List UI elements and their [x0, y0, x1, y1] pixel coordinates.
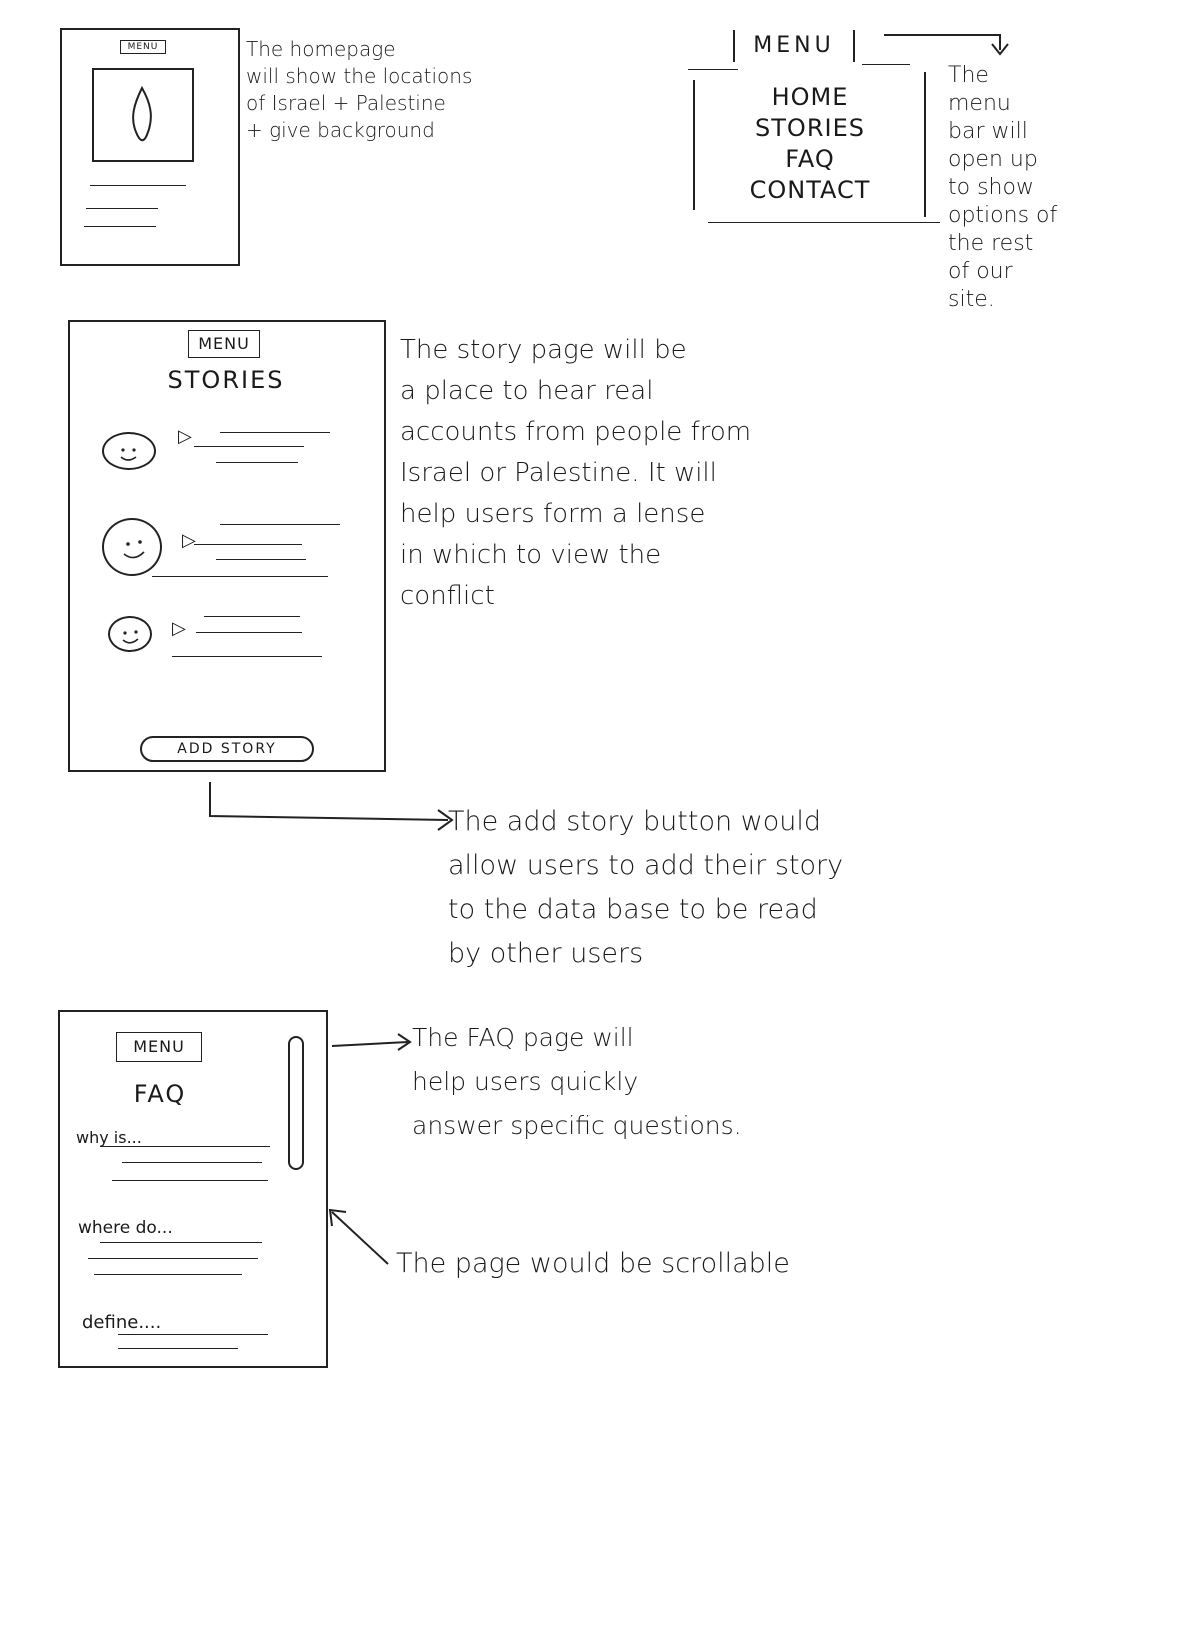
- scroll-annotation: The page would be scrollable: [396, 1248, 790, 1279]
- faq-arrows-icon: [328, 1033, 412, 1265]
- faq-annotation: The FAQ page will help users quickly ans…: [412, 1023, 742, 1140]
